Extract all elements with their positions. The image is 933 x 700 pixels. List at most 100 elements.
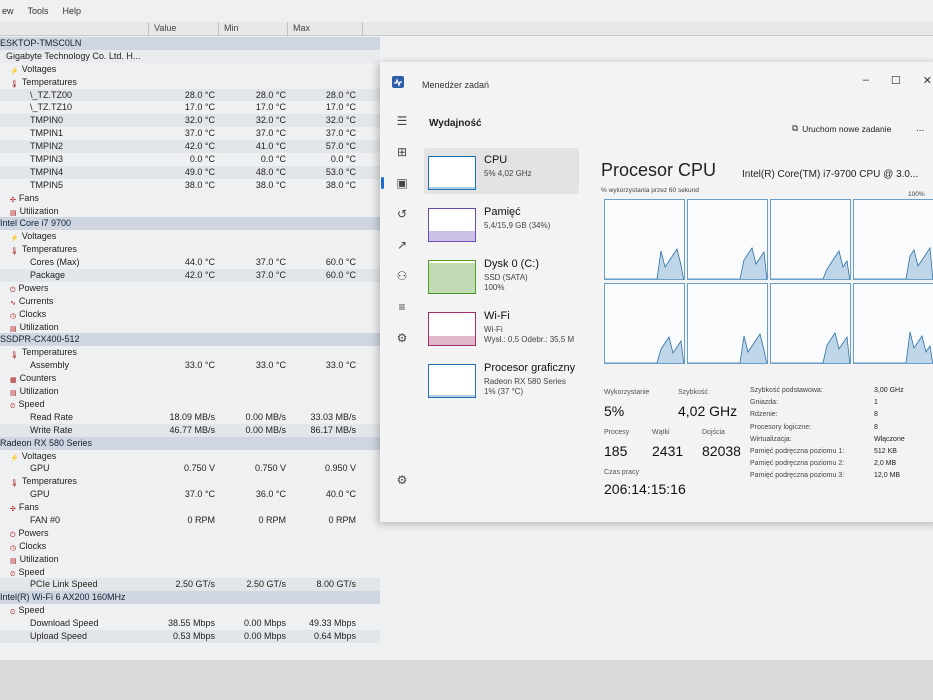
run-new-task-button[interactable]: ⧉ Uruchom nowe zadanie	[792, 123, 891, 134]
column-divider[interactable]	[218, 22, 219, 36]
core-graph-line	[605, 248, 684, 279]
column-divider[interactable]	[148, 22, 149, 36]
sensor-max: 17.0 °C	[325, 102, 356, 113]
sensor-group-row[interactable]: ⏲ Speed	[0, 398, 380, 411]
sensor-group-row[interactable]: ⏲ Speed	[0, 566, 380, 579]
detail-value: 12,0 MB	[874, 472, 901, 480]
sensor-row[interactable]: TMPIN4 49.0 °C 48.0 °C 53.0 °C	[0, 165, 380, 179]
core-graph-line	[688, 247, 767, 279]
sensor-row[interactable]: PCIe Link Speed 2.50 GT/s 2.50 GT/s 8.00 GT…	[0, 578, 380, 592]
sensor-min: 0 RPM	[258, 514, 286, 525]
mainboard-row[interactable]: Gigabyte Technology Co. Ltd. H...	[0, 49, 380, 63]
sensor-row[interactable]: \_TZ.TZ00 28.0 °C 28.0 °C 28.0 °C	[0, 88, 380, 102]
device-row[interactable]: Radeon RX 580 Series	[0, 436, 380, 450]
sensor-group-row[interactable]: ∿ Currents	[0, 295, 380, 308]
core-graph	[853, 199, 933, 280]
sensor-row[interactable]: Cores (Max) 44.0 °C 37.0 °C 60.0 °C	[0, 256, 380, 269]
more-options-button[interactable]: ...	[916, 123, 924, 134]
perf-item-gpu[interactable]: Procesor graficzny Radeon RX 580 Series 1%…	[424, 356, 579, 402]
processes-icon[interactable]: ⊞	[390, 141, 414, 163]
minimize-icon[interactable]: –	[863, 74, 869, 87]
maximize-icon[interactable]: ☐	[891, 74, 901, 87]
sensor-group-row[interactable]: ▤ Utilization	[0, 205, 380, 218]
sensor-name: TMPIN0	[30, 115, 64, 126]
column-min[interactable]: Min	[224, 23, 239, 33]
sensor-group-row[interactable]: 🌡 Temperatures	[0, 243, 380, 256]
device-row[interactable]: Intel Core i7 9700	[0, 217, 380, 231]
sensor-row[interactable]: TMPIN3 0.0 °C 0.0 °C 0.0 °C	[0, 153, 380, 166]
core-graph-line	[605, 336, 684, 363]
device-row[interactable]: ESKTOP-TMSC0LN	[0, 37, 380, 50]
sensor-value: 0 RPM	[187, 514, 215, 525]
sensor-row[interactable]: \_TZ.TZ10 17.0 °C 17.0 °C 17.0 °C	[0, 101, 380, 114]
sensor-group-row[interactable]: 🌡 Temperatures	[0, 475, 380, 488]
detail-value: 8	[874, 423, 878, 431]
perf-detail-2: 100%	[484, 283, 505, 292]
menu-tools[interactable]: Tools	[26, 6, 51, 20]
perf-item-wifi[interactable]: Wi-Fi Wi-Fi Wysł.: 0,5 Odebr.: 35,5 M	[424, 304, 579, 350]
sensor-row[interactable]: TMPIN0 32.0 °C 32.0 °C 32.0 °C	[0, 114, 380, 128]
utilization-icon: ▤	[10, 557, 17, 565]
sensor-row[interactable]: Read Rate 18.09 MB/s 0.00 MB/s 33.03 MB/s	[0, 411, 380, 424]
core-graphs	[604, 199, 933, 367]
sensor-min: 0.750 V	[254, 463, 286, 474]
sensor-group-row[interactable]: ⚡ Voltages	[0, 230, 380, 243]
sensor-group-row[interactable]: ✣ Fans	[0, 501, 380, 514]
sensor-group-row[interactable]: ◷ Clocks	[0, 308, 380, 321]
history-icon[interactable]: ↺	[390, 203, 414, 225]
sensor-row[interactable]: GPU 37.0 °C 36.0 °C 40.0 °C	[0, 488, 380, 501]
sensor-row[interactable]: GPU 0.750 V 0.750 V 0.950 V	[0, 462, 380, 475]
device-row[interactable]: Intel(R) Wi-Fi 6 AX200 160MHz	[0, 591, 380, 605]
sensor-row[interactable]: Write Rate 46.77 MB/s 0.00 MB/s 86.17 MB/s	[0, 423, 380, 437]
sensor-group-row[interactable]: ▦ Counters	[0, 372, 380, 385]
menu-icon[interactable]: ☰	[390, 110, 414, 132]
details-icon[interactable]: ≡	[390, 296, 414, 318]
sensor-row[interactable]: FAN #0 0 RPM 0 RPM 0 RPM	[0, 514, 380, 527]
startup-icon[interactable]: ↗	[390, 234, 414, 256]
utilization-icon: ▤	[10, 390, 17, 398]
sensor-row[interactable]: Assembly 33.0 °C 33.0 °C 33.0 °C	[0, 359, 380, 372]
sensor-group-row[interactable]: ✣ Fans	[0, 192, 380, 205]
column-max[interactable]: Max	[293, 23, 310, 33]
column-divider[interactable]	[362, 22, 363, 36]
sensor-group-row[interactable]: ▤ Utilization	[0, 385, 380, 398]
group-name: Utilization	[19, 205, 59, 216]
sensor-row[interactable]: Package 42.0 °C 37.0 °C 60.0 °C	[0, 269, 380, 282]
sensor-value: 42.0 °C	[184, 270, 215, 281]
sensor-group-row[interactable]: ⏲ Speed	[0, 604, 380, 617]
sensor-min: 0.00 MB/s	[245, 411, 286, 422]
sensor-group-row[interactable]: ⚡ Voltages	[0, 63, 380, 76]
sensor-min: 17.0 °C	[255, 102, 286, 113]
perf-name: Pamięć	[484, 206, 521, 218]
sensor-group-row[interactable]: ◷ Clocks	[0, 540, 380, 553]
sensor-row[interactable]: TMPIN5 38.0 °C 38.0 °C 38.0 °C	[0, 179, 380, 192]
detail-value: 8	[874, 411, 878, 419]
close-icon[interactable]: ✕	[923, 74, 932, 87]
power-icon: ⏻	[10, 531, 16, 539]
settings-icon[interactable]: ⚙	[390, 469, 414, 491]
sensor-group-row[interactable]: 🌡 Temperatures	[0, 76, 380, 89]
perf-item-disk[interactable]: Dysk 0 (C:) SSD (SATA) 100%	[424, 252, 579, 298]
sensor-group-row[interactable]: 🌡 Temperatures	[0, 346, 380, 359]
column-value[interactable]: Value	[154, 23, 176, 33]
perf-item-cpu[interactable]: CPU 5% 4,02 GHz	[424, 148, 579, 194]
sensor-min: 33.0 °C	[255, 360, 286, 371]
sensor-min: 48.0 °C	[255, 166, 286, 177]
device-row[interactable]: SSDPR-CX400-512	[0, 333, 380, 347]
column-divider[interactable]	[287, 22, 288, 36]
services-icon[interactable]: ⚙	[390, 327, 414, 349]
sensor-row[interactable]: Upload Speed 0.53 Mbps 0.00 Mbps 0.64 Mbps	[0, 629, 380, 643]
sensor-group-row[interactable]: ⚡ Voltages	[0, 450, 380, 463]
users-icon[interactable]: ⚇	[390, 265, 414, 287]
performance-icon[interactable]: ▣	[381, 172, 414, 194]
menu-help[interactable]: Help	[61, 6, 84, 20]
sensor-group-row[interactable]: ⏻ Powers	[0, 527, 380, 540]
sensor-group-row[interactable]: ⏻ Powers	[0, 282, 380, 295]
sensor-row[interactable]: Download Speed 38.55 Mbps 0.00 Mbps 49.33 M…	[0, 617, 380, 630]
sensor-group-row[interactable]: ▤ Utilization	[0, 321, 380, 334]
sensor-group-row[interactable]: ▤ Utilization	[0, 553, 380, 566]
menu-view[interactable]: ew	[0, 6, 16, 20]
sensor-row[interactable]: TMPIN2 42.0 °C 41.0 °C 57.0 °C	[0, 140, 380, 154]
perf-item-memory[interactable]: Pamięć 5,4/15,9 GB (34%)	[424, 200, 579, 246]
sensor-row[interactable]: TMPIN1 37.0 °C 37.0 °C 37.0 °C	[0, 127, 380, 140]
